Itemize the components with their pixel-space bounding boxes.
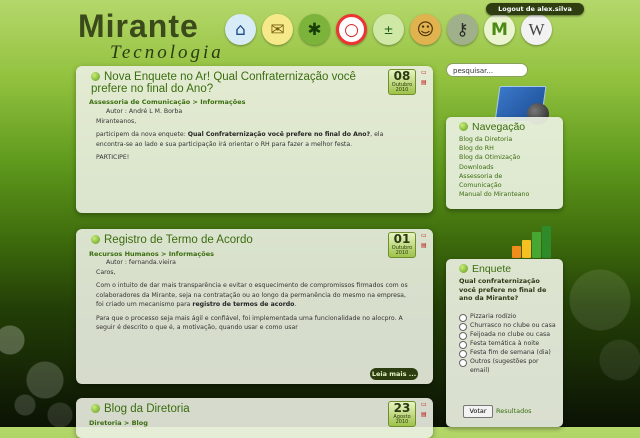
post-categories[interactable]: Recursos Humanos > Informações [89, 250, 214, 258]
post-title[interactable]: Registro de Termo de Acordo [91, 234, 391, 246]
poll-option[interactable]: Pizzaria rodízio [459, 313, 559, 322]
navigation-title: Navegação [459, 121, 525, 133]
poll-question: Qual confraternização você prefere no fi… [459, 277, 547, 302]
radio-button[interactable] [459, 323, 467, 331]
nav-item-blog-diretoria[interactable]: Blog da Diretoria [459, 135, 529, 144]
chart-decoration [512, 226, 552, 258]
post-body: Autor : André L M. Borba Miranteanos, pa… [96, 108, 384, 161]
radio-button[interactable] [459, 350, 467, 358]
read-more-button[interactable]: Leia mais ... [370, 368, 418, 380]
post-date: 23 Agosto 2010 [388, 401, 416, 427]
post-card: Blog da Diretoria 23 Agosto 2010 ▭ ▤ Dir… [76, 398, 433, 438]
print-icon[interactable]: ▭ [421, 401, 428, 408]
print-icon[interactable]: ▭ [421, 69, 428, 76]
post-card: Registro de Termo de Acordo 01 Outubro 2… [76, 229, 433, 384]
print-icon[interactable]: ▭ [421, 232, 428, 239]
bullet-icon [91, 72, 100, 81]
pdf-icon[interactable]: ▤ [421, 411, 428, 418]
post-card: Nova Enquete no Ar! Qual Confraternizaçã… [76, 66, 433, 213]
post-actions: ▭ ▤ [421, 69, 429, 89]
nav-item-blog-rh[interactable]: Blog do RH [459, 144, 529, 153]
home-icon[interactable]: ⌂ [225, 14, 256, 45]
logout-button[interactable]: Logout de alex.silva [486, 3, 584, 15]
mail-icon[interactable]: ✉ [262, 14, 293, 45]
lifebuoy-icon[interactable]: ○ [336, 14, 367, 45]
radio-button[interactable] [459, 359, 467, 367]
post-title[interactable]: Nova Enquete no Ar! Qual Confraternizaçã… [91, 71, 391, 95]
pdf-icon[interactable]: ▤ [421, 79, 428, 86]
nav-item-downloads[interactable]: Downloads [459, 163, 529, 172]
radio-button[interactable] [459, 332, 467, 340]
logo-subtitle: Tecnologia [110, 42, 224, 63]
wikipedia-icon[interactable]: W [521, 14, 552, 45]
radio-button[interactable] [459, 341, 467, 349]
post-actions: ▭ ▤ [421, 401, 429, 421]
search-input[interactable]: pesquisar... [446, 63, 528, 77]
navigation-box: Navegação Blog da Diretoria Blog do RH B… [446, 117, 563, 209]
poll-option[interactable]: Outros (sugestões por email) [459, 358, 559, 376]
bullet-icon [91, 404, 100, 413]
poll-options: Pizzaria rodízio Churrasco no clube ou c… [459, 313, 559, 376]
mirante-icon[interactable]: M [484, 14, 515, 45]
vote-button[interactable]: Votar [463, 405, 493, 418]
keys-icon[interactable]: ⚷ [447, 14, 478, 45]
nav-item-manual[interactable]: Manual do Miranteano [459, 190, 529, 199]
poll-option[interactable]: Festa temática à noite [459, 340, 559, 349]
toolbar-icons: ⌂ ✉ ✱ ○ ± ☺ ⚷ M W [225, 14, 552, 45]
bug-icon[interactable]: ✱ [299, 14, 330, 45]
post-body: Autor : fernanda.vieira Caros, Com o int… [96, 259, 408, 331]
post-date: 01 Outubro 2010 [388, 232, 416, 258]
post-title[interactable]: Blog da Diretoria [91, 403, 391, 415]
poll-option[interactable]: Feijoada no clube ou casa [459, 331, 559, 340]
post-actions: ▭ ▤ [421, 232, 429, 252]
logo-title: Mirante [78, 8, 199, 44]
nav-item-comunicacao[interactable]: Comunicação [459, 181, 529, 190]
nav-item-blog-otimizacao[interactable]: Blog da Otimização [459, 153, 529, 162]
poll-title: Enquete [459, 263, 511, 275]
bullet-icon [459, 122, 468, 131]
pdf-icon[interactable]: ▤ [421, 242, 428, 249]
calc-icon[interactable]: ± [373, 14, 404, 45]
post-categories[interactable]: Assessoria de Comunicação > Informações [89, 98, 246, 106]
nav-item-assessoria[interactable]: Assessoria de [459, 172, 529, 181]
results-link[interactable]: Resultados [496, 407, 532, 415]
user-icon[interactable]: ☺ [410, 14, 441, 45]
poll-option[interactable]: Festa fim de semana (dia) [459, 349, 559, 358]
navigation-list: Blog da Diretoria Blog do RH Blog da Oti… [459, 135, 529, 199]
radio-button[interactable] [459, 314, 467, 322]
post-categories[interactable]: Diretoria > Blog [89, 419, 148, 427]
bullet-icon [91, 235, 100, 244]
logo[interactable]: Mirante Tecnologia [78, 8, 221, 63]
poll-box: Enquete Qual confraternização você prefe… [446, 259, 563, 427]
bullet-icon [459, 264, 468, 273]
post-date: 08 Outubro 2010 [388, 69, 416, 95]
poll-option[interactable]: Churrasco no clube ou casa [459, 322, 559, 331]
